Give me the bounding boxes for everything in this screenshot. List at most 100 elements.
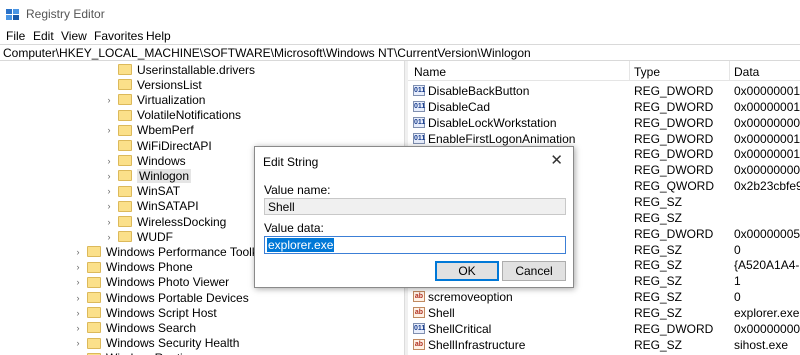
tree-item[interactable]: › Windows Performance Toolkit [73,244,264,259]
tree-item[interactable]: › Windows Script Host [73,305,217,320]
chevron-right-icon[interactable]: › [104,171,114,181]
close-icon[interactable]: ✕ [550,151,563,169]
value-data: 0x00000001 (1) [734,131,800,146]
value-data: 0x00000000 (0) [734,163,800,178]
tree-item[interactable]: › Windows Search [73,320,197,335]
tree-item[interactable]: WiFiDirectAPI [104,138,212,153]
value-row[interactable]: ab scremoveoption REG_SZ 0 [408,289,800,305]
column-name[interactable]: Name [414,65,446,79]
tree-item[interactable]: Userinstallable.drivers [104,62,255,77]
value-type: REG_SZ [634,274,683,289]
folder-icon [118,231,132,243]
menu-edit[interactable]: Edit [33,29,54,43]
value-data: 0x2b23cbfe9c ( [734,179,800,194]
chevron-right-icon[interactable]: › [104,156,114,166]
column-divider[interactable] [729,61,730,81]
chevron-right-icon[interactable]: › [104,125,114,135]
folder-icon [87,261,101,273]
tree-item[interactable]: › Virtualization [104,92,206,107]
value-name: ShellInfrastructure [428,337,526,352]
chevron-right-icon[interactable]: › [104,95,114,105]
menu-help[interactable]: Help [146,29,171,43]
value-type: REG_SZ [634,290,683,305]
menu-favorites[interactable]: Favorites [94,29,143,43]
tree-item-label: WinSATAPI [137,199,199,214]
column-type[interactable]: Type [634,65,660,79]
folder-icon [87,276,101,288]
address-bar[interactable]: Computer\HKEY_LOCAL_MACHINE\SOFTWARE\Mic… [0,44,800,61]
string-value-icon: ab [413,291,425,303]
chevron-right-icon[interactable]: › [73,293,83,303]
chevron-right-icon[interactable]: › [73,323,83,333]
value-data-selection: explorer.exe [267,238,335,252]
chevron-right-icon[interactable]: › [104,186,114,196]
folder-icon [118,185,132,197]
value-data-label: Value data: [264,221,324,235]
value-data: 0 [734,290,741,305]
value-data: {A520A1A4-178 [734,258,800,273]
value-name: Shell [428,305,455,320]
value-row[interactable]: ab Shell REG_SZ explorer.exe [408,305,800,321]
value-row[interactable]: 011 DisableBackButton REG_DWORD 0x00000001 … [408,83,800,99]
value-row[interactable]: 011 EnableFirstLogonAnimation REG_DWORD 0x0… [408,131,800,147]
folder-icon [118,79,132,91]
tree-item[interactable]: › WirelessDocking [104,214,227,229]
folder-icon [118,216,132,227]
value-data: 1 [734,274,741,289]
cancel-button[interactable]: Cancel [502,261,566,281]
value-data: sihost.exe [734,337,789,352]
tree-item-label: Windows Security Health [106,336,240,351]
tree-item[interactable]: › WbemPerf [104,123,194,138]
value-type: REG_DWORD [634,115,714,130]
menu-bar: File Edit View Favorites Help [0,27,800,45]
tree-item[interactable]: › Windows Security Health [73,336,240,351]
value-data: 0x00000001 (1) [734,147,800,162]
value-name: DisableCad [428,99,491,114]
ok-button[interactable]: OK [435,261,499,281]
folder-icon [118,170,132,182]
tree-item[interactable]: › Winlogon [104,168,192,183]
tree-item-label: Windows Search [106,320,197,335]
folder-icon [118,94,132,106]
value-type: REG_SZ [634,210,683,225]
value-type: REG_SZ [634,258,683,273]
value-name-label: Value name: [264,183,331,197]
value-row[interactable]: ab ShellInfrastructure REG_SZ sihost.exe [408,337,800,353]
value-row[interactable]: 011DisableCad REG_DWORD 0x00000001 (1) [408,99,800,115]
chevron-right-icon[interactable]: › [104,217,114,227]
tree-item[interactable]: › WinSAT [104,184,181,199]
tree-item[interactable]: ›WindowsRuntime [73,351,199,355]
menu-file[interactable]: File [6,29,25,43]
tree-item[interactable]: › Windows Portable Devices [73,290,249,305]
address-path[interactable]: Computer\HKEY_LOCAL_MACHINE\SOFTWARE\Mic… [3,46,531,60]
tree-item[interactable]: VersionsList [104,77,202,92]
value-name: ShellCritical [428,321,492,336]
column-data[interactable]: Data [734,65,759,79]
value-data-input[interactable]: explorer.exe [264,236,566,254]
folder-icon [118,155,132,167]
value-name: EnableFirstLogonAnimation [428,131,576,146]
tree-item[interactable]: VolatileNotifications [104,108,241,123]
tree-item[interactable]: › WinSATAPI [104,199,199,214]
chevron-right-icon[interactable]: › [73,338,83,348]
chevron-right-icon[interactable]: › [73,247,83,257]
string-value-icon: ab [413,306,425,318]
tree-item[interactable]: › Windows [104,153,186,168]
menu-view[interactable]: View [61,29,87,43]
tree-item-label: WinSAT [137,184,181,199]
tree-item[interactable]: › WUDF [104,229,174,244]
chevron-right-icon[interactable]: › [73,308,83,318]
value-type: REG_DWORD [634,226,714,241]
tree-item-label: VersionsList [137,77,202,92]
tree-item-label: Windows Photo Viewer [106,275,230,290]
value-row[interactable]: 011 DisableLockWorkstation REG_DWORD 0x0000… [408,115,800,131]
tree-item-label: WirelessDocking [137,214,227,229]
chevron-right-icon[interactable]: › [104,232,114,242]
chevron-right-icon[interactable]: › [73,262,83,272]
column-divider[interactable] [629,61,630,81]
chevron-right-icon[interactable]: › [73,277,83,287]
chevron-right-icon[interactable]: › [104,201,114,211]
value-row[interactable]: 011ShellCritical REG_DWORD 0x00000000 (0) [408,321,800,337]
tree-item[interactable]: › Windows Photo Viewer [73,275,230,290]
tree-item[interactable]: › Windows Phone [73,260,193,275]
